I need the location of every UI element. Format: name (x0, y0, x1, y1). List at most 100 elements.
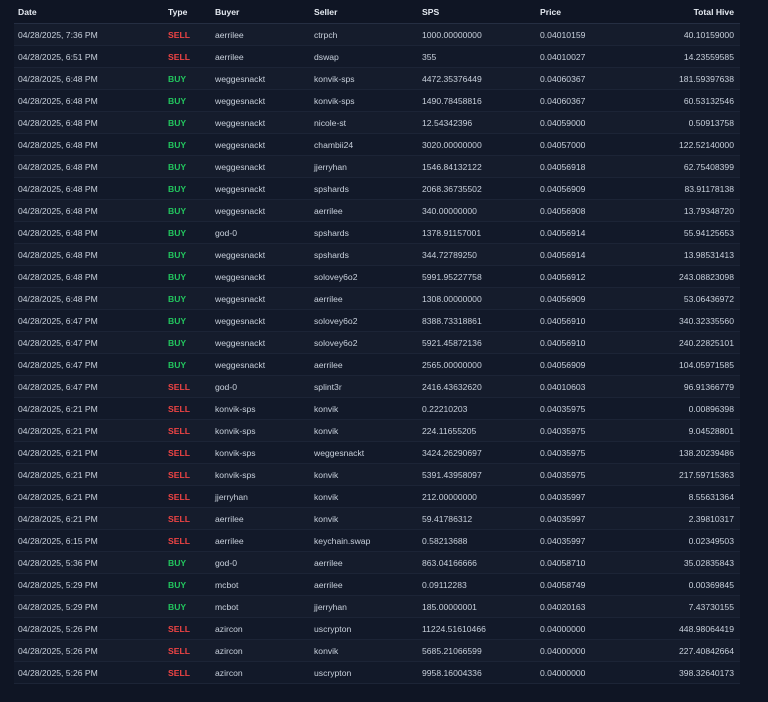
price-cell: 0.04035975 (536, 441, 644, 464)
sps-amount-cell: 3424.26290697 (418, 441, 536, 464)
trade-type-badge: SELL (164, 661, 211, 684)
buyer-cell: konvik-sps (211, 419, 310, 442)
price-cell: 0.04056909 (536, 353, 644, 376)
seller-cell: aerrilee (310, 551, 418, 574)
table-row: 04/28/2025, 6:48 PM BUY weggesnackt nicole-… (14, 111, 740, 134)
total-hive-cell: 122.52140000 (644, 133, 740, 156)
buyer-cell: weggesnackt (211, 331, 310, 354)
column-header-sps[interactable]: SPS (418, 0, 536, 24)
table-row: 04/28/2025, 5:29 PM BUY mcbot jjerryhan 185.… (14, 595, 740, 618)
table-row: 04/28/2025, 6:48 PM BUY weggesnackt jjerryh… (14, 155, 740, 178)
total-hive-cell: 40.10159000 (644, 23, 740, 46)
trade-date-cell: 04/28/2025, 5:29 PM (14, 595, 164, 618)
total-hive-cell: 227.40842664 (644, 639, 740, 662)
trade-date-cell: 04/28/2025, 6:15 PM (14, 529, 164, 552)
seller-cell: dswap (310, 45, 418, 68)
trade-type-badge: BUY (164, 199, 211, 222)
column-header-total-hive[interactable]: Total Hive (644, 0, 740, 24)
table-row: 04/28/2025, 6:15 PM SELL aerrilee keychain.… (14, 529, 740, 552)
trade-date-cell: 04/28/2025, 5:26 PM (14, 661, 164, 684)
seller-cell: konvik (310, 485, 418, 508)
sps-amount-cell: 1378.91157001 (418, 221, 536, 244)
trade-date-cell: 04/28/2025, 6:47 PM (14, 309, 164, 332)
column-header-buyer[interactable]: Buyer (211, 0, 310, 24)
price-cell: 0.04010027 (536, 45, 644, 68)
trade-type-badge: BUY (164, 287, 211, 310)
trade-type-badge: SELL (164, 45, 211, 68)
buyer-cell: aerrilee (211, 45, 310, 68)
sps-amount-cell: 4472.35376449 (418, 67, 536, 90)
price-cell: 0.04059000 (536, 111, 644, 134)
table-row: 04/28/2025, 6:21 PM SELL konvik-sps konvik 0… (14, 397, 740, 420)
seller-cell: weggesnackt (310, 441, 418, 464)
trade-date-cell: 04/28/2025, 6:21 PM (14, 463, 164, 486)
trade-type-badge: BUY (164, 133, 211, 156)
seller-cell: splint3r (310, 375, 418, 398)
table-row: 04/28/2025, 6:48 PM BUY weggesnackt solovey… (14, 265, 740, 288)
buyer-cell: weggesnackt (211, 89, 310, 112)
sps-amount-cell: 863.04166666 (418, 551, 536, 574)
total-hive-cell: 55.94125653 (644, 221, 740, 244)
trade-type-badge: SELL (164, 397, 211, 420)
total-hive-cell: 14.23559585 (644, 45, 740, 68)
total-hive-cell: 53.06436972 (644, 287, 740, 310)
column-header-date[interactable]: Date (14, 0, 164, 24)
buyer-cell: weggesnackt (211, 353, 310, 376)
table-row: 04/28/2025, 5:26 PM SELL azircon uscrypton 1… (14, 617, 740, 640)
sps-amount-cell: 5685.21066599 (418, 639, 536, 662)
total-hive-cell: 138.20239486 (644, 441, 740, 464)
table-row: 04/28/2025, 6:21 PM SELL aerrilee konvik 59.… (14, 507, 740, 530)
trade-date-cell: 04/28/2025, 6:21 PM (14, 419, 164, 442)
seller-cell: solovey6o2 (310, 309, 418, 332)
price-cell: 0.04056908 (536, 199, 644, 222)
seller-cell: uscrypton (310, 617, 418, 640)
price-cell: 0.04020163 (536, 595, 644, 618)
trade-type-badge: BUY (164, 309, 211, 332)
trade-date-cell: 04/28/2025, 5:29 PM (14, 573, 164, 596)
price-cell: 0.04056910 (536, 309, 644, 332)
total-hive-cell: 243.08823098 (644, 265, 740, 288)
buyer-cell: azircon (211, 661, 310, 684)
trade-type-badge: BUY (164, 595, 211, 618)
price-cell: 0.04035975 (536, 397, 644, 420)
trade-type-badge: SELL (164, 23, 211, 46)
sps-amount-cell: 3020.00000000 (418, 133, 536, 156)
table-row: 04/28/2025, 6:21 PM SELL konvik-sps weggesn… (14, 441, 740, 464)
total-hive-cell: 9.04528801 (644, 419, 740, 442)
table-row: 04/28/2025, 5:26 PM SELL azircon konvik 5685… (14, 639, 740, 662)
trade-type-badge: SELL (164, 639, 211, 662)
column-header-type[interactable]: Type (164, 0, 211, 24)
trade-type-badge: BUY (164, 551, 211, 574)
total-hive-cell: 398.32640173 (644, 661, 740, 684)
trade-type-badge: BUY (164, 331, 211, 354)
sps-amount-cell: 212.00000000 (418, 485, 536, 508)
sps-amount-cell: 0.22210203 (418, 397, 536, 420)
header-row: Date Type Buyer Seller SPS Price Total H… (14, 0, 740, 24)
price-cell: 0.04035975 (536, 463, 644, 486)
buyer-cell: god-0 (211, 221, 310, 244)
sps-amount-cell: 340.00000000 (418, 199, 536, 222)
total-hive-cell: 7.43730155 (644, 595, 740, 618)
table-row: 04/28/2025, 5:26 PM SELL azircon uscrypton 9… (14, 661, 740, 684)
table-row: 04/28/2025, 6:21 PM SELL konvik-sps konvik 2… (14, 419, 740, 442)
total-hive-cell: 96.91366779 (644, 375, 740, 398)
table-row: 04/28/2025, 6:48 PM BUY weggesnackt konvik-… (14, 89, 740, 112)
buyer-cell: konvik-sps (211, 441, 310, 464)
table-row: 04/28/2025, 6:47 PM SELL god-0 splint3r 2416… (14, 375, 740, 398)
buyer-cell: weggesnackt (211, 309, 310, 332)
seller-cell: aerrilee (310, 353, 418, 376)
price-cell: 0.04058710 (536, 551, 644, 574)
trade-date-cell: 04/28/2025, 6:48 PM (14, 89, 164, 112)
buyer-cell: weggesnackt (211, 67, 310, 90)
sps-amount-cell: 5991.95227758 (418, 265, 536, 288)
column-header-seller[interactable]: Seller (310, 0, 418, 24)
trade-date-cell: 04/28/2025, 6:48 PM (14, 155, 164, 178)
column-header-price[interactable]: Price (536, 0, 644, 24)
trade-date-cell: 04/28/2025, 6:51 PM (14, 45, 164, 68)
trade-type-badge: BUY (164, 111, 211, 134)
trade-date-cell: 04/28/2025, 7:36 PM (14, 23, 164, 46)
trade-type-badge: SELL (164, 507, 211, 530)
total-hive-cell: 448.98064419 (644, 617, 740, 640)
trade-type-badge: SELL (164, 441, 211, 464)
seller-cell: konvik (310, 507, 418, 530)
